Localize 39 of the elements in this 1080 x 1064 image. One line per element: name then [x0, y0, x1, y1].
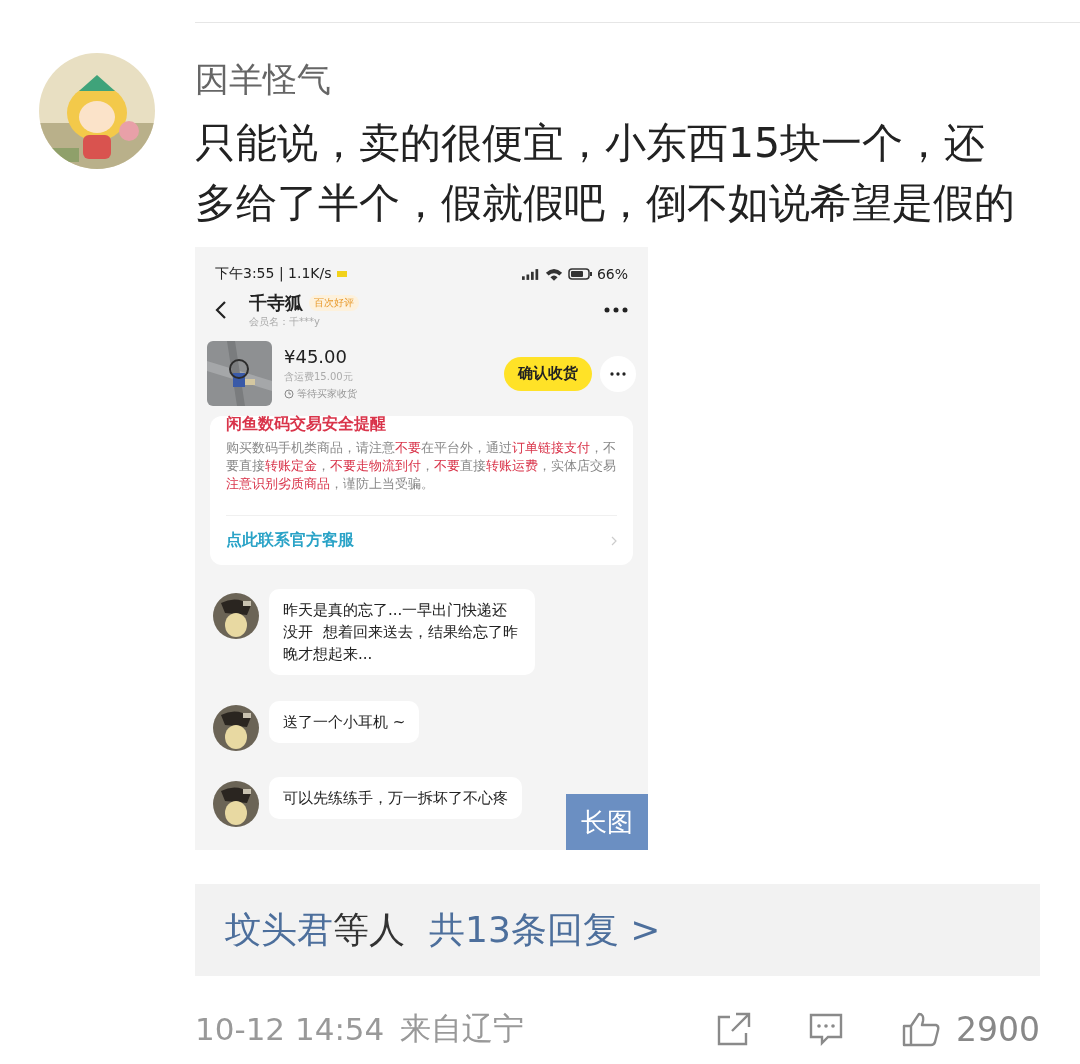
- battery-icon: [567, 268, 592, 280]
- reply-user[interactable]: 坟头君: [225, 905, 333, 955]
- status-time: 下午3:55 | 1.1K/s: [215, 265, 332, 283]
- like-icon[interactable]: [900, 1011, 942, 1047]
- screenshot-background[interactable]: [195, 247, 648, 850]
- like-count: 2900: [956, 1009, 1040, 1049]
- reply-others: 等人: [333, 907, 405, 952]
- wifi-icon: [544, 267, 563, 281]
- more-icon[interactable]: [604, 307, 628, 313]
- rating-tag: 百次好评: [309, 295, 359, 311]
- author-name[interactable]: 因羊怪气: [195, 57, 1040, 101]
- notice-text: 购买数码手机类商品，请注意不要在平台外，通过订单链接支付，不要直接转账定金，不要走物流到付，不要直接转账运费，实体店交易 注意识别劣质商品，谨防上当受骗。: [226, 439, 617, 493]
- shipping-fee: 含运费15.00元: [284, 370, 354, 384]
- replies-panel[interactable]: 坟头君等人 共13条回复 >: [195, 884, 1040, 976]
- comment-text: 只能说，卖的很便宜，小东西15块一个，还多给了半个，假就假吧，倒不如说希望是假的: [195, 118, 1016, 229]
- order-status: 等待买家收货: [297, 387, 357, 401]
- signal-icon: [521, 268, 540, 280]
- chat-bubble: 昨天是真的忘了...一早出门快递还没开 想着回来送去，结果给忘了昨晚才想起来...: [269, 589, 535, 675]
- chevron-icon: [611, 535, 617, 546]
- chat-bubble: 送了一个小耳机 ~: [269, 701, 420, 743]
- long-image-badge: 长图: [566, 794, 648, 850]
- more-icon: [610, 371, 626, 376]
- comment-icon[interactable]: [808, 1011, 844, 1047]
- confirm-button[interactable]: 确认收货: [504, 356, 592, 391]
- member-name: 会员名：千***y: [249, 315, 321, 329]
- post-time: 10-12 14:54: [195, 1011, 385, 1047]
- contact-link[interactable]: 点此联系官方客服: [226, 530, 354, 551]
- clock-icon: [284, 389, 294, 399]
- price: ¥45.00: [284, 346, 348, 367]
- chat-bubble: 可以先练练手，万一拆坏了不心疼: [269, 777, 522, 819]
- battery-percent: 66%: [596, 266, 628, 282]
- share-icon[interactable]: [716, 1011, 752, 1047]
- more-button[interactable]: [600, 355, 636, 392]
- notification-icon: [336, 271, 347, 277]
- seller-name: 千寺狐: [249, 291, 303, 315]
- post-location: 来自辽宁: [400, 1009, 525, 1048]
- reply-count-link[interactable]: 共13条回复 >: [429, 905, 661, 955]
- back-icon[interactable]: [215, 300, 227, 320]
- notice-title: 闲鱼数码交易安全提醒: [226, 414, 387, 435]
